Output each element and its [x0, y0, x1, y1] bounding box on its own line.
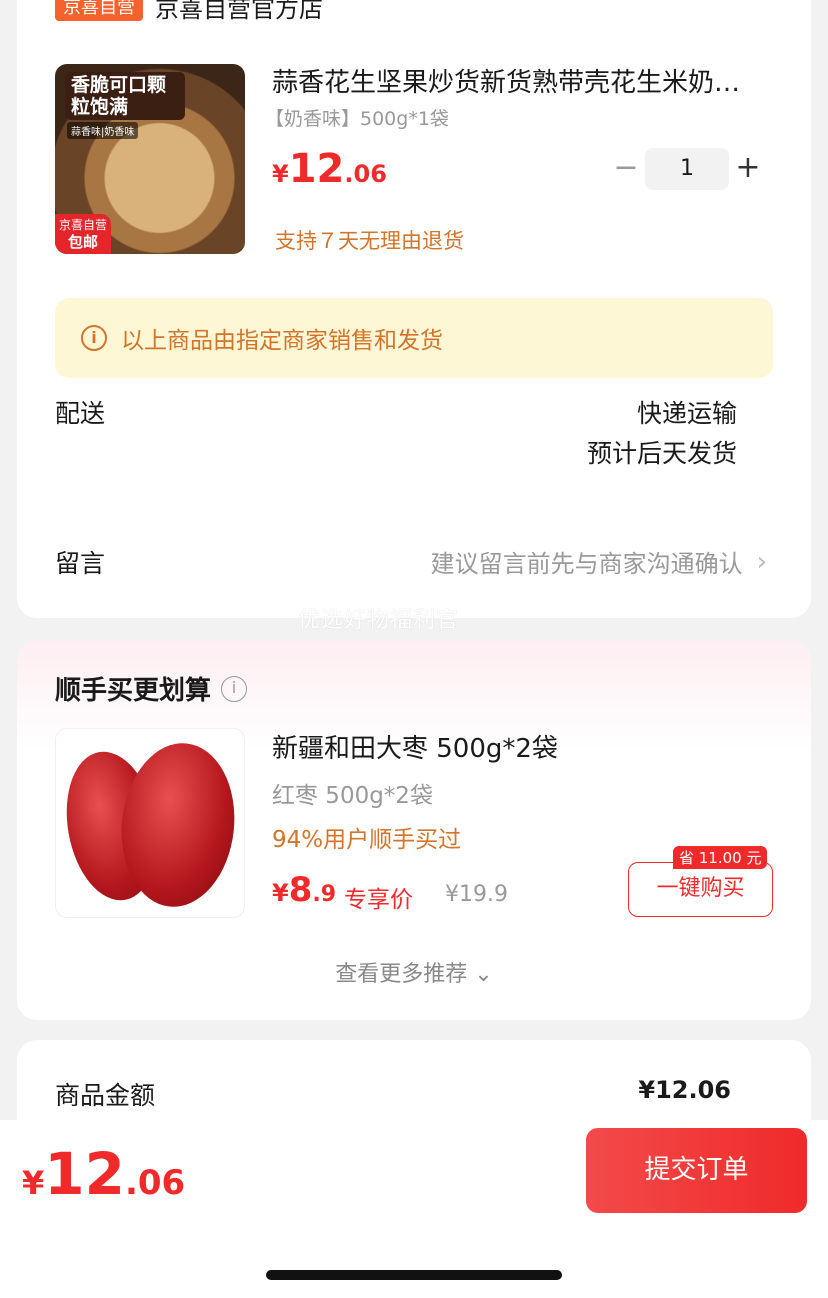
quantity-input[interactable]: 1 [645, 148, 729, 190]
message-label: 留言 [55, 549, 106, 578]
badge-line1: 京喜自营 [58, 218, 107, 232]
product-image[interactable]: 香脆可口颗粒饱满 蒜香味|奶香味 京喜自营 包邮 [55, 64, 245, 254]
price-dec: .06 [344, 160, 387, 188]
recommend-title-text: 顺手买更划算 [55, 676, 212, 706]
product-spec[interactable]: 【奶香味】500g*1袋 [265, 104, 449, 131]
recommend-title: 顺手买更划算 i [55, 670, 248, 707]
submit-order-button[interactable]: 提交订单 [586, 1128, 807, 1213]
notice-text: 以上商品由指定商家销售和发货 [121, 328, 443, 354]
goods-amount-value: ¥12.06 [638, 1076, 731, 1104]
shipping-estimate: 预计后天发货 [586, 439, 737, 468]
return-policy: 支持７天无理由退货 [275, 229, 464, 253]
badge-line2: 包邮 [67, 233, 98, 251]
message-placeholder: 建议留言前先与商家沟通确认 [430, 550, 743, 578]
product-image-title: 香脆可口颗粒饱满 [65, 72, 185, 120]
info-icon[interactable]: i [221, 675, 248, 702]
more-recommend-link[interactable]: 查看更多推荐 ⌄ [17, 956, 811, 988]
price-int: 12 [288, 146, 345, 192]
price-int: 12 [44, 1140, 125, 1208]
checkout-bar: ¥12.06 提交订单 [0, 1120, 828, 1298]
one-click-buy-button[interactable]: 一键购买 [628, 862, 773, 917]
shipping-value: 快递运输 预计后天发货 [587, 394, 737, 474]
price-symbol: ¥ [272, 879, 289, 907]
store-name: 京喜自营官方店 [155, 0, 323, 23]
watermark: 优选好物福利官 [298, 608, 460, 633]
free-shipping-badge: 京喜自营 包邮 [55, 214, 111, 254]
price-symbol: ¥ [272, 160, 289, 188]
shipping-label: 配送 [55, 399, 106, 428]
chevron-down-icon: ⌄ [474, 962, 493, 987]
recommend-price: ¥8.9 [272, 870, 336, 910]
savings-tag: 省 11.00 元 [673, 846, 768, 869]
seller-notice: i 以上商品由指定商家销售和发货 [55, 298, 773, 378]
recommend-popularity: 94%用户顺手买过 [272, 827, 462, 853]
recommend-product-image[interactable] [55, 728, 245, 918]
price-int: 8 [288, 870, 313, 910]
recommend-product-title[interactable]: 新疆和田大枣 500g*2袋 [272, 728, 558, 765]
price-dec: .06 [124, 1163, 186, 1203]
product-price: ¥12.06 [272, 146, 387, 192]
info-icon: i [81, 325, 107, 351]
price-symbol: ¥ [22, 1164, 45, 1202]
increase-button[interactable]: + [729, 150, 767, 188]
decrease-button[interactable]: − [607, 150, 645, 188]
goods-amount-label: 商品金额 [55, 1081, 156, 1110]
order-store-card: 京喜自营 京喜自营官方店 香脆可口颗粒饱满 蒜香味|奶香味 京喜自营 包邮 蒜香… [17, 0, 811, 618]
quantity-stepper: − 1 + [607, 148, 767, 190]
recommend-product-spec: 红枣 500g*2袋 [272, 783, 433, 809]
home-indicator[interactable] [266, 1270, 562, 1280]
chevron-right-icon: › [756, 546, 767, 577]
product-title[interactable]: 蒜香花生坚果炒货新货熟带壳花生米奶… [272, 62, 772, 99]
price-dec: .9 [312, 882, 337, 907]
exclusive-price-tag: 专享价 [344, 887, 413, 913]
product-image-subtitle: 蒜香味|奶香味 [67, 122, 139, 139]
more-recommend-label: 查看更多推荐 [335, 962, 468, 987]
store-badge: 京喜自营 [55, 0, 143, 21]
message-input[interactable]: 建议留言前先与商家沟通确认 › [431, 544, 767, 579]
original-price: ¥19.9 [445, 882, 508, 907]
recommend-card: 顺手买更划算 i 新疆和田大枣 500g*2袋 红枣 500g*2袋 94%用户… [17, 640, 811, 1020]
store-header[interactable]: 京喜自营 京喜自营官方店 [55, 0, 323, 40]
shipping-method: 快递运输 [636, 399, 737, 428]
total-price: ¥12.06 [22, 1140, 185, 1208]
